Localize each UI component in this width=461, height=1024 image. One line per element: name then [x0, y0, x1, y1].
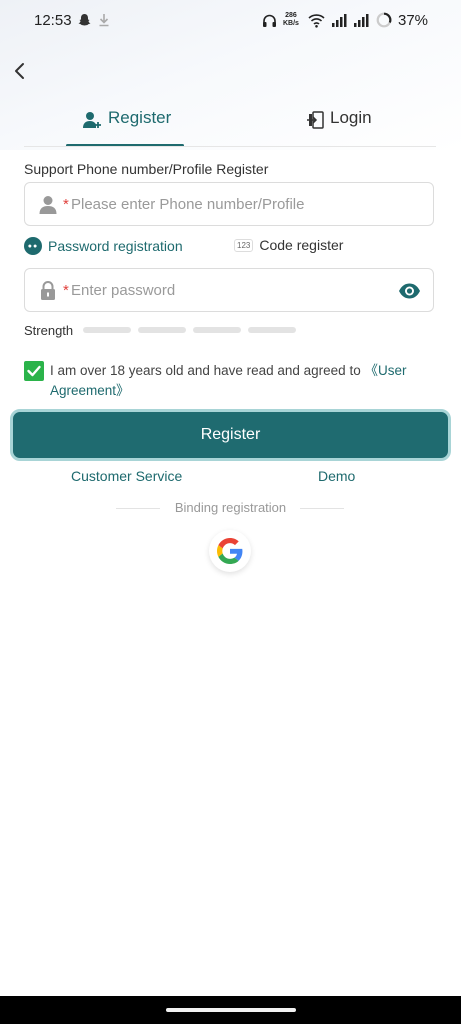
register-type-label: Support Phone number/Profile Register [24, 161, 269, 177]
strength-bar-segment [138, 327, 186, 333]
strength-label: Strength [24, 323, 74, 338]
add-user-icon [83, 112, 101, 128]
battery-percent: 37% [398, 12, 429, 29]
password-placeholder: Enter password [71, 282, 176, 299]
network-speed: 286 KB/s [283, 12, 299, 28]
battery-icon [376, 12, 392, 28]
status-time: 12:53 [34, 12, 72, 29]
signal-icon [332, 14, 347, 27]
code-register-label: Code register [259, 237, 344, 253]
snapchat-icon [78, 14, 91, 26]
demo-link[interactable]: Demo [318, 468, 355, 484]
code-number-icon: 123 [234, 238, 254, 252]
tab-login-label: Login [330, 108, 372, 127]
google-icon [217, 538, 243, 564]
password-registration-option[interactable]: ●● Password registration [24, 237, 183, 255]
register-button[interactable]: Register [10, 409, 451, 461]
tab-register[interactable]: Register [82, 108, 171, 148]
agreement-checkbox[interactable] [24, 361, 44, 381]
signal-icon-secondary [354, 14, 369, 27]
customer-service-link[interactable]: Customer Service [71, 468, 182, 484]
code-register-option[interactable]: 123 Code register [234, 237, 343, 253]
status-bar: 12:53 286 KB/s 37% [0, 0, 461, 44]
google-signin-button[interactable] [209, 530, 251, 572]
door-login-icon [307, 111, 324, 129]
tab-register-label: Register [108, 108, 172, 127]
required-mark: * [63, 196, 69, 213]
download-icon [99, 14, 109, 27]
home-gesture-handle[interactable] [166, 1008, 296, 1012]
agreement-text: I am over 18 years old and have read and… [50, 361, 420, 401]
agreement-statement: I am over 18 years old and have read and… [50, 363, 365, 378]
phone-placeholder: Please enter Phone number/Profile [71, 196, 305, 213]
divider-line [300, 508, 344, 509]
password-registration-label: Password registration [48, 238, 183, 254]
required-mark: * [63, 282, 69, 299]
strength-bar-segment [248, 327, 296, 333]
password-dots-icon: ●● [24, 237, 42, 255]
binding-registration-label: Binding registration [174, 500, 287, 515]
network-speed-value: 286 [285, 12, 297, 19]
password-field[interactable]: * Enter password [24, 268, 434, 312]
eye-icon[interactable] [398, 282, 421, 300]
wifi-icon [308, 14, 325, 28]
strength-bar-segment [83, 327, 131, 333]
strength-bar-segment [193, 327, 241, 333]
headphones-icon [263, 14, 276, 27]
tab-login[interactable]: Login [306, 108, 372, 148]
phone-field[interactable]: * Please enter Phone number/Profile [24, 182, 434, 226]
network-speed-unit: KB/s [283, 20, 299, 27]
user-icon [39, 196, 57, 214]
back-button[interactable] [8, 58, 32, 84]
tab-divider [24, 146, 436, 147]
lock-icon [41, 281, 55, 300]
